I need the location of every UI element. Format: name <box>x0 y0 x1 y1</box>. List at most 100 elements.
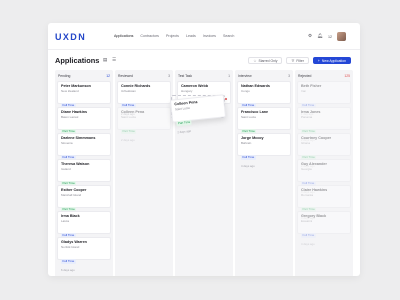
column-rejected: Rejected 125 Beth Fisher Iran Full Time 1 day… <box>295 70 353 276</box>
page-title: Applications <box>55 56 100 65</box>
card-location: Slovenia <box>61 141 73 145</box>
application-card[interactable]: Jorge Mccoy Bahrain Full Time 4 days ago <box>237 133 291 168</box>
card-name: Colleen Pena <box>121 110 145 114</box>
column-count: 3 <box>168 74 170 78</box>
application-card[interactable]: Colleen Pena Saint Lucia Part Time 2 days a… <box>117 107 171 142</box>
column-title: Rejected <box>298 74 312 78</box>
card-name: Guy Alexander <box>301 162 327 166</box>
board-view-icon[interactable]: ▤ <box>103 57 107 62</box>
column-title: Reviewed <box>118 74 133 78</box>
application-card[interactable]: Connie Richards Uzbekistan Full Time 2 days… <box>117 81 171 116</box>
application-card[interactable]: Peter MarkunsonNew ZealandFull Time3 day… <box>57 81 111 116</box>
nav-right-controls: ⚙ 🔔︎ 12 <box>308 32 346 41</box>
card-location: Baton Lacsol <box>61 115 79 119</box>
card-location: Romania <box>301 193 314 197</box>
filter-button[interactable]: ⛛ Filter <box>286 57 309 64</box>
application-card[interactable]: Francisco LaneSaint LuciaPart Time3 days… <box>237 107 291 142</box>
avatar[interactable] <box>337 32 346 41</box>
card-name: Beth Fisher <box>301 84 322 88</box>
nav-item-contractors[interactable]: Contractors <box>140 34 159 38</box>
application-card[interactable]: Irma Jones Panama Part Time 2 days ago <box>297 107 351 142</box>
column-count: 12 <box>106 74 110 78</box>
application-card[interactable]: Gregory Black Eswatini Full Time 4 days ago <box>297 211 351 246</box>
column-count: 1 <box>228 74 230 78</box>
card-tag: Full Time <box>241 154 256 160</box>
card-tag: Part Time <box>176 119 192 126</box>
card-name: Gladys Warren <box>61 240 87 244</box>
bell-icon[interactable]: 🔔︎ <box>317 34 323 39</box>
application-card[interactable]: Nathan EdwardsCongoFull Time3 days ago <box>237 81 291 116</box>
card-location: Saint Lucia <box>241 115 256 119</box>
card-location: Eswatini <box>301 219 313 223</box>
card-location: Marshall Island <box>61 193 82 197</box>
card-date: 6 days ago <box>61 268 75 272</box>
card-name: Esther Cooper <box>61 188 87 192</box>
card-location: Panama <box>301 115 313 119</box>
card-name: Theresa Watson <box>61 162 90 166</box>
app-window: UXDN Applications Contractors Projects L… <box>48 23 360 276</box>
application-card[interactable]: Theresa WatsonIcelandPart Time5 days ago <box>57 159 111 194</box>
application-card[interactable]: Beth Fisher Iran Full Time 1 day ago <box>297 81 351 116</box>
column-header: Reviewed 3 <box>117 73 171 79</box>
card-name: Diane Hawkins <box>61 110 88 114</box>
nav-item-invoices[interactable]: Invoices <box>203 34 216 38</box>
card-location: Iran <box>301 89 307 93</box>
card-name: Irma Black <box>61 214 80 218</box>
view-toggle: ▤ ☰ <box>103 57 116 62</box>
application-card[interactable]: Darlene SimmmonsSloveniaFull Time4 days … <box>57 133 111 168</box>
card-location: New Zealand <box>61 89 79 93</box>
nav-item-search[interactable]: Search <box>223 34 234 38</box>
alert-dot <box>225 98 227 100</box>
card-location: Latvia <box>61 219 70 223</box>
card-name: Irma Jones <box>301 110 321 114</box>
nav-item-applications[interactable]: Applications <box>114 34 133 38</box>
application-card[interactable]: Irma BlackLatviaFull Time6 days ago <box>57 211 111 246</box>
starred-only-button[interactable]: ☆ Starred Only <box>248 57 283 64</box>
card-date: 2 days ago <box>121 138 135 142</box>
filter-icon: ⛛ <box>291 58 295 63</box>
column-header: Test Task 1 <box>177 73 231 79</box>
list-view-icon[interactable]: ☰ <box>112 57 116 62</box>
nav-item-projects[interactable]: Projects <box>166 34 179 38</box>
application-card[interactable]: Diane HawkinsBaton LacsolPart Time4 days… <box>57 107 111 142</box>
nav-menu: Applications Contractors Projects Leads … <box>114 34 234 38</box>
header-actions: ☆ Starred Only ⛛ Filter + New Applicatio… <box>248 57 351 64</box>
new-application-button[interactable]: + New Application <box>312 57 351 64</box>
card-name: Cameron Webb <box>181 84 208 88</box>
application-card[interactable]: Gladys Warren Norfolk Island Full Time 6 da… <box>57 237 111 272</box>
column-count: 125 <box>344 74 350 78</box>
top-navigation: UXDN Applications Contractors Projects L… <box>48 23 360 50</box>
card-location: Ghana <box>301 141 311 145</box>
card-date: 4 days ago <box>301 242 315 246</box>
column-count: 3 <box>288 74 290 78</box>
card-tag: Full Time <box>61 258 76 264</box>
card-name: Connie Richards <box>121 84 151 88</box>
card-name: Francisco Lane <box>241 110 269 114</box>
brand-logo[interactable]: UXDN <box>55 32 86 42</box>
card-name: Gregory Black <box>301 214 327 218</box>
card-location: Iceland <box>61 167 71 171</box>
card-location: Bahrain <box>241 141 252 145</box>
card-name: Courtney Cooper <box>301 136 332 140</box>
nav-item-leads[interactable]: Leads <box>186 34 196 38</box>
card-tag: Full Time <box>301 232 316 238</box>
card-location: Saint Lucia <box>121 115 136 119</box>
gear-icon[interactable]: ⚙ <box>308 34 312 39</box>
card-date: 4 days ago <box>241 164 255 168</box>
application-card[interactable]: Guy Alexander Georgia Full Time 3 days ago <box>297 159 351 194</box>
column-pending: Pending 12 Peter Markunson New Zealand Full … <box>55 70 113 276</box>
application-card[interactable]: Claire Hawkins Romania Part Time 3 days ago <box>297 185 351 220</box>
dragged-card[interactable]: Colleen Pena Saint Lucia Part Time 2 day… <box>169 94 227 134</box>
column-header: Interview 3 <box>237 73 291 79</box>
application-card[interactable]: Esther CooperMarshall IslandPart Time5 d… <box>57 185 111 220</box>
starred-only-label: Starred Only <box>258 58 278 63</box>
column-title: Test Task <box>178 74 193 78</box>
card-location: Uzbekistan <box>121 89 136 93</box>
application-card[interactable]: Courtney Cooper Ghana Part Time 2 days ago <box>297 133 351 168</box>
filter-label: Filter <box>296 58 304 63</box>
column-interview: Interview 3 Nathan EdwardsCongoFull Time3 … <box>235 70 293 276</box>
card-location: Georgia <box>301 167 312 171</box>
card-location: Hungary <box>181 89 193 93</box>
column-header: Rejected 125 <box>297 73 351 79</box>
card-name: Jorge Mccoy <box>241 136 264 140</box>
